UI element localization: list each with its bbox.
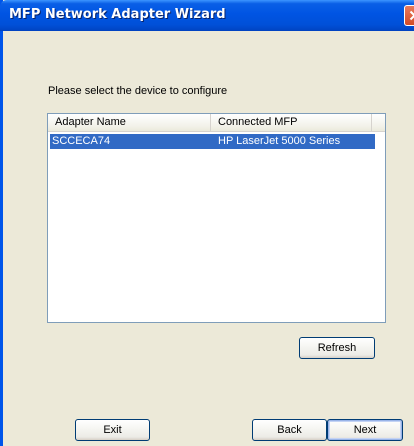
list-item[interactable]: SCCECA74 HP LaserJet 5000 Series bbox=[50, 134, 375, 149]
device-list[interactable]: Adapter Name Connected MFP SCCECA74 HP L… bbox=[47, 113, 386, 323]
adapter-name-cell: SCCECA74 bbox=[52, 135, 111, 147]
column-header-connected-mfp[interactable]: Connected MFP bbox=[211, 114, 372, 131]
close-button[interactable] bbox=[404, 5, 414, 26]
title-bar[interactable]: MFP Network Adapter Wizard bbox=[0, 0, 414, 31]
window-title: MFP Network Adapter Wizard bbox=[9, 7, 226, 22]
column-header-adapter-name[interactable]: Adapter Name bbox=[48, 114, 211, 131]
exit-button[interactable]: Exit bbox=[75, 419, 150, 441]
refresh-button[interactable]: Refresh bbox=[299, 337, 375, 359]
wizard-window: MFP Network Adapter Wizard Please select… bbox=[0, 0, 414, 446]
connected-mfp-cell: HP LaserJet 5000 Series bbox=[218, 135, 341, 147]
next-button[interactable]: Next bbox=[327, 419, 403, 441]
list-header: Adapter Name Connected MFP bbox=[48, 114, 385, 132]
close-icon bbox=[409, 10, 414, 21]
back-button[interactable]: Back bbox=[252, 419, 327, 441]
instruction-label: Please select the device to configure bbox=[48, 85, 228, 97]
